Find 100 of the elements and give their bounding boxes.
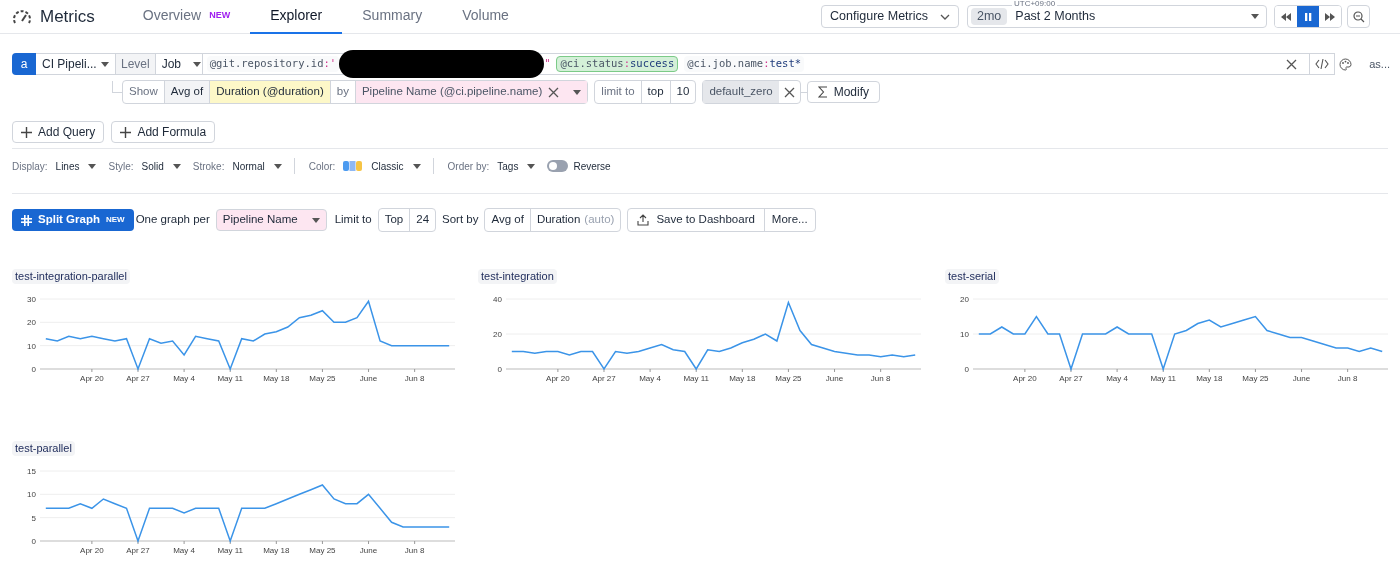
caret-icon [1251, 14, 1259, 19]
caret-icon [88, 163, 97, 169]
by-label: by [329, 81, 355, 103]
plus-icon [120, 126, 132, 138]
level-dropdown[interactable]: Job [154, 53, 203, 75]
chevron-icon [940, 13, 950, 20]
axis-label: Jun 8 [870, 374, 891, 383]
playback-button[interactable] [1297, 6, 1319, 27]
limit-label: Limit to [334, 212, 372, 228]
close-icon[interactable] [548, 86, 560, 98]
axis-label: Jun 8 [1337, 374, 1358, 383]
axis-label: May 4 [1106, 374, 1128, 383]
axis-label: May 11 [1150, 374, 1177, 383]
add-button[interactable]: Add Query [12, 121, 105, 143]
caret-icon [573, 89, 582, 95]
option-label: Style: [108, 159, 134, 174]
filter-token[interactable]: @ci.job.name:test* [684, 56, 805, 72]
axis-label: 0 [964, 365, 969, 374]
limit-label: limit to [600, 84, 636, 100]
option-label: Stroke: [192, 159, 225, 174]
axis-label: June [359, 546, 378, 555]
configure-metrics-button[interactable]: Configure Metrics [821, 5, 959, 28]
axis-label: Apr 20 [546, 374, 570, 383]
new-label: NEW [106, 214, 125, 226]
axis-label: May 4 [173, 546, 195, 555]
filter-token[interactable]: @ci.status:success [556, 56, 679, 72]
show-label: Show [128, 84, 159, 100]
caret-icon [412, 163, 421, 169]
caret-icon [172, 163, 181, 169]
plus-icon [21, 126, 32, 138]
axis-label: Apr 27 [592, 374, 616, 383]
option-label: Display: [12, 159, 48, 174]
source-dropdown[interactable]: CI Pipeli... [36, 53, 116, 75]
limit-order-select[interactable]: top [640, 81, 670, 103]
search-field[interactable]: @git.repository.id:' " @ci.status:success @ci.job.name:test* [202, 53, 1336, 75]
measure-select[interactable]: Duration (@duration) [209, 81, 330, 103]
new-label: NEW [209, 8, 231, 22]
axis-label: Apr 27 [126, 374, 150, 383]
query-letter[interactable]: a [12, 53, 36, 75]
axis-label: June [1292, 374, 1311, 383]
limit-count-field[interactable]: 10 [669, 81, 696, 103]
graph-title: test-parallel [12, 441, 75, 456]
modify-button[interactable]: Modify [806, 81, 880, 103]
time-range-picker[interactable]: 2mo Past 2 Months [967, 5, 1267, 28]
axis-label: 20 [27, 318, 36, 328]
axis-label: 10 [27, 490, 36, 500]
sigma-icon [817, 86, 828, 98]
axis-label: May 25 [309, 546, 336, 555]
alias-link[interactable]: as... [1369, 55, 1390, 73]
more-button[interactable]: More... [763, 209, 815, 231]
axis-label: June [825, 374, 844, 383]
split-by-dropdown[interactable]: Pipeline Name [215, 209, 327, 231]
axis-label: May 4 [639, 374, 661, 383]
add-button[interactable]: Add Formula [111, 121, 216, 143]
axis-label: May 25 [309, 374, 336, 383]
axis-label: Apr 20 [1013, 374, 1037, 383]
option-dropdown[interactable]: Classic [343, 158, 421, 174]
axis-label: May 25 [1242, 374, 1269, 383]
axis-label: May 18 [263, 374, 290, 383]
palette-icon[interactable] [1339, 57, 1353, 71]
axis-label: 40 [493, 295, 502, 304]
rewind-icon [1280, 10, 1292, 23]
nav-tab[interactable]: Volume [442, 0, 529, 34]
caret-icon [273, 163, 282, 169]
graph-title: test-integration-parallel [12, 269, 130, 284]
option-dropdown[interactable]: Lines [55, 158, 97, 174]
filter-token[interactable]: @git.repository.id:' [206, 56, 340, 72]
nav-tab[interactable]: Explorer [250, 0, 343, 34]
sort-label: Sort by [442, 212, 479, 228]
zoom-out-button[interactable] [1347, 5, 1370, 28]
nav-tab[interactable]: Overview NEW [122, 0, 251, 34]
zoom-out-icon [1352, 10, 1365, 23]
aggregation-select[interactable]: Avg of [163, 81, 210, 103]
code-icon[interactable] [1315, 59, 1330, 69]
axis-label: June [359, 374, 378, 383]
option-dropdown[interactable]: Tags [497, 158, 536, 174]
option-dropdown[interactable]: Normal [232, 158, 282, 174]
nav-tab[interactable]: Summary [342, 0, 443, 34]
toggle-switch[interactable] [547, 160, 569, 172]
close-icon[interactable] [1286, 58, 1298, 70]
group-by-select[interactable]: Pipeline Name (@ci.pipeline.name) [354, 81, 588, 103]
option-dropdown[interactable]: Solid [141, 158, 181, 174]
fill-option[interactable]: default_zero [703, 81, 779, 103]
axis-label: 5 [31, 513, 36, 523]
axis-label: May 18 [263, 546, 290, 555]
close-icon[interactable] [783, 86, 795, 98]
axis-label: May 18 [1196, 374, 1223, 383]
axis-label: 0 [497, 365, 502, 374]
fast-forward-icon [1324, 10, 1336, 23]
range-text: Past 2 Months [1015, 8, 1096, 26]
axis-label: 30 [27, 295, 36, 304]
quote-mark: " [544, 56, 551, 72]
graph-title: test-integration [478, 269, 557, 284]
axis-label: Apr 20 [80, 546, 104, 555]
caret-icon [527, 163, 536, 169]
axis-label: Jun 8 [404, 546, 425, 555]
gauge-icon [12, 8, 32, 25]
save-to-dashboard-button[interactable]: Save to Dashboard [628, 209, 764, 231]
split-graph-button[interactable]: Split Graph NEW [12, 209, 134, 231]
axis-label: May 11 [217, 546, 244, 555]
